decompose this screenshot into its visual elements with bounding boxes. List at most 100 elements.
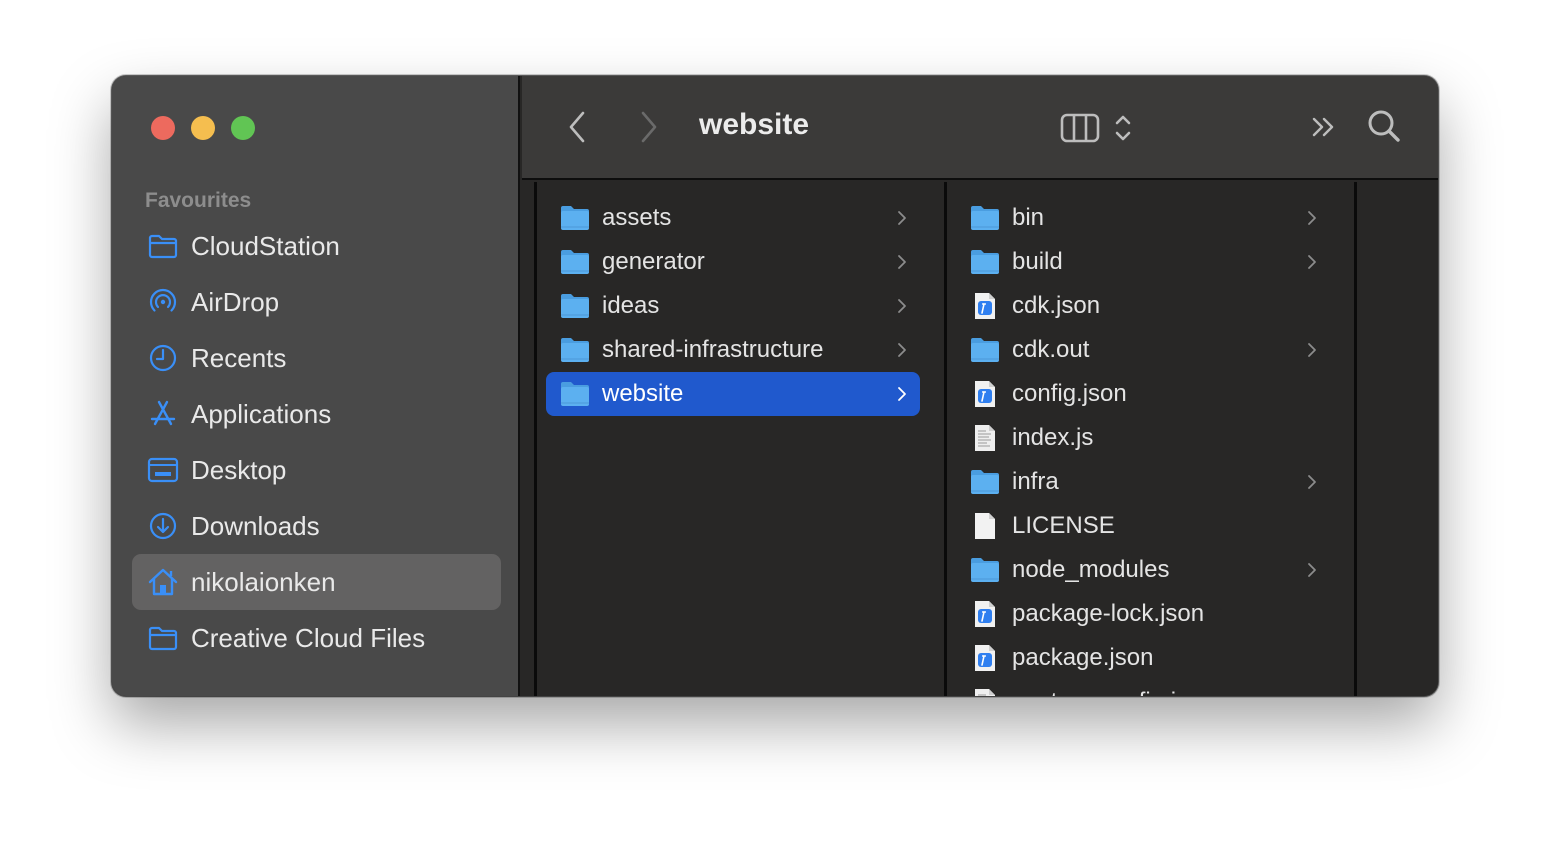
desktop-icon <box>147 454 179 486</box>
favourites-list: CloudStation AirDrop Recents Applications De… <box>132 218 501 666</box>
sidebar-item-cloudstation[interactable]: CloudStation <box>132 218 501 274</box>
search-icon <box>1368 110 1400 142</box>
sidebar-item-label: Applications <box>191 398 332 429</box>
updown-chevron-icon <box>1115 115 1131 141</box>
folder-icon <box>970 467 1000 497</box>
file-row[interactable]: config.json <box>956 372 1330 416</box>
chevron-right-icon <box>892 340 912 360</box>
view-mode-button[interactable] <box>1052 108 1142 148</box>
file-row[interactable]: LICENSE <box>956 504 1330 548</box>
folder-row[interactable]: generator <box>546 240 920 284</box>
item-name: index.js <box>1012 424 1094 451</box>
favourites-section-label: Favourites <box>145 189 252 212</box>
column-divider[interactable] <box>944 182 947 696</box>
folder-icon <box>970 203 1000 233</box>
sidebar-item-label: Desktop <box>191 454 287 485</box>
window-title: website <box>699 108 810 141</box>
folder-row[interactable]: cdk.out <box>956 328 1330 372</box>
folder-row[interactable]: shared-infrastructure <box>546 328 920 372</box>
close-button[interactable] <box>151 116 175 140</box>
sidebar-item-applications[interactable]: Applications <box>132 386 501 442</box>
file-row[interactable]: index.js <box>956 416 1330 460</box>
folder-row[interactable]: ideas <box>546 284 920 328</box>
chevron-left-icon <box>569 111 585 143</box>
file-row[interactable]: cdk.json <box>956 284 1330 328</box>
item-name: postcss.config.js <box>1012 688 1330 696</box>
file-row[interactable]: package.json <box>956 636 1330 680</box>
item-name: package-lock.json <box>1012 600 1205 627</box>
sidebar-item-creative-cloud-files[interactable]: Creative Cloud Files <box>132 610 501 666</box>
sidebar-item-label: Creative Cloud Files <box>191 622 426 653</box>
column-3 <box>1358 182 1438 696</box>
item-name: node_modules <box>1012 556 1170 583</box>
folder-row[interactable]: infra <box>956 460 1330 504</box>
chevron-right-icon <box>892 252 912 272</box>
text-file-icon <box>970 423 1000 453</box>
finder-window: Favourites CloudStation AirDrop Recents App… <box>112 76 1438 696</box>
chevron-right-icon <box>641 111 657 143</box>
folder-icon <box>147 230 179 262</box>
double-chevron-right-icon <box>1312 117 1334 137</box>
column-divider[interactable] <box>1354 182 1357 696</box>
item-name: shared-infrastructure <box>602 336 824 363</box>
json-file-icon <box>970 599 1000 629</box>
item-name: website <box>602 380 684 407</box>
item-name: package.json <box>1012 644 1154 671</box>
item-name: ideas <box>602 292 660 319</box>
item-name: generator <box>602 248 705 275</box>
sidebar-item-label: nikolaionken <box>191 566 336 597</box>
column-divider[interactable] <box>534 182 537 696</box>
sidebar-item-label: CloudStation <box>191 230 340 261</box>
home-icon <box>147 566 179 598</box>
item-name: LICENSE <box>1012 512 1115 539</box>
back-button[interactable] <box>562 108 592 146</box>
traffic-lights <box>151 116 255 140</box>
sidebar-item-label: Recents <box>191 342 287 373</box>
forward-button[interactable] <box>634 108 664 146</box>
sidebar-item-nikolaionken[interactable]: nikolaionken <box>132 554 501 610</box>
sidebar-item-airdrop[interactable]: AirDrop <box>132 274 501 330</box>
chevron-right-icon <box>892 208 912 228</box>
sidebar-item-label: AirDrop <box>191 286 280 317</box>
zoom-button[interactable] <box>231 116 255 140</box>
chevron-right-icon <box>892 384 912 404</box>
chevron-right-icon <box>1302 252 1322 272</box>
item-name: assets <box>602 204 672 231</box>
file-row[interactable]: package-lock.json <box>956 592 1330 636</box>
sidebar: Favourites CloudStation AirDrop Recents App… <box>112 76 520 696</box>
folder-icon <box>147 622 179 654</box>
folder-row[interactable]: website <box>546 372 920 416</box>
item-name: infra <box>1012 468 1059 495</box>
chevron-right-icon <box>1302 560 1322 580</box>
item-name: config.json <box>1012 380 1127 407</box>
applications-icon <box>147 398 179 430</box>
chevron-right-icon <box>1302 208 1322 228</box>
column-1: assets generator ideas shared-infrastructur… <box>538 182 930 696</box>
item-name: build <box>1012 248 1063 275</box>
chevron-right-icon <box>1302 340 1322 360</box>
folder-row[interactable]: build <box>956 240 1330 284</box>
search-button[interactable] <box>1364 106 1404 146</box>
chevron-right-icon <box>1302 472 1322 492</box>
more-toolbar-items-button[interactable] <box>1308 112 1342 142</box>
sidebar-item-recents[interactable]: Recents <box>132 330 501 386</box>
folder-icon <box>560 379 590 409</box>
sidebar-item-desktop[interactable]: Desktop <box>132 442 501 498</box>
clock-icon <box>147 342 179 374</box>
file-row[interactable]: postcss.config.js <box>956 680 1330 696</box>
column-browser: assets generator ideas shared-infrastructur… <box>522 182 1438 696</box>
folder-row[interactable]: bin <box>956 196 1330 240</box>
folder-icon <box>970 247 1000 277</box>
column-view-icon <box>1060 113 1100 143</box>
chevron-right-icon <box>892 296 912 316</box>
folder-icon <box>560 335 590 365</box>
item-name: cdk.json <box>1012 292 1101 319</box>
folder-row[interactable]: node_modules <box>956 548 1330 592</box>
toolbar: website <box>522 76 1438 180</box>
folder-icon <box>560 291 590 321</box>
sidebar-item-downloads[interactable]: Downloads <box>132 498 501 554</box>
document-icon <box>970 511 1000 541</box>
minimize-button[interactable] <box>191 116 215 140</box>
folder-row[interactable]: assets <box>546 196 920 240</box>
folder-icon <box>560 203 590 233</box>
